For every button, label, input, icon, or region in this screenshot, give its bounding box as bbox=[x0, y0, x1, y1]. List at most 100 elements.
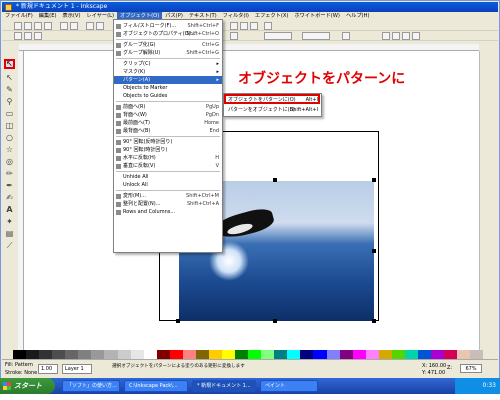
move-gradients-icon[interactable] bbox=[402, 32, 410, 40]
menu-item-align-distribute[interactable]: 整列と配置(N)... Shift+Ctrl+A bbox=[114, 200, 222, 208]
menu-item-pattern[interactable]: パターン(A) ▸ bbox=[114, 76, 222, 84]
new-document-icon[interactable] bbox=[14, 22, 22, 30]
lower-to-bottom-icon bbox=[116, 129, 121, 134]
x-field[interactable] bbox=[230, 32, 238, 40]
submenu-arrow-icon: ▸ bbox=[216, 77, 219, 83]
export-icon[interactable] bbox=[70, 22, 78, 30]
menu-item-object-properties[interactable]: オブジェクトのプロパティ(O)... Shift+Ctrl+O bbox=[114, 30, 222, 38]
menu-separator bbox=[116, 136, 220, 137]
tool-controls-toolbar bbox=[2, 31, 498, 41]
grid-icon bbox=[116, 210, 121, 215]
resize-handle-tr[interactable] bbox=[372, 178, 376, 182]
node-tool-icon[interactable]: ↖ bbox=[4, 73, 15, 83]
text-tool-icon[interactable] bbox=[240, 22, 248, 30]
vertical-scrollbar[interactable] bbox=[479, 51, 488, 351]
lock-icon[interactable] bbox=[342, 32, 350, 40]
menu-item-lower[interactable]: 背面へ(W) PgDn bbox=[114, 111, 222, 119]
width-field[interactable] bbox=[264, 32, 292, 40]
spiral-tool-icon[interactable]: ◎ bbox=[4, 157, 15, 167]
spray-tool-icon[interactable]: ✦ bbox=[4, 217, 15, 227]
flip-horizontal-icon[interactable] bbox=[34, 32, 42, 40]
opacity-field[interactable]: 1.00 bbox=[38, 364, 58, 374]
lower-icon bbox=[116, 113, 121, 118]
taskbar-item-2[interactable]: * 新規ドキュメント 1... bbox=[192, 380, 256, 392]
preferences-icon[interactable] bbox=[264, 22, 272, 30]
menu-layer[interactable]: レイヤー(L) bbox=[83, 12, 117, 21]
menu-help[interactable]: ヘルプ(H) bbox=[343, 12, 373, 21]
menu-item-group[interactable]: グループ化(G) Ctrl+G bbox=[114, 41, 222, 49]
open-icon[interactable] bbox=[24, 22, 32, 30]
zoom-tool-icon[interactable]: ⚲ bbox=[4, 97, 15, 107]
zoom-field[interactable]: 67% bbox=[460, 364, 482, 373]
menu-item-lower-to-bottom[interactable]: 最背面へ(B) End bbox=[114, 127, 222, 135]
menu-item-rotate-cw[interactable]: 90° 回転(時計回り) bbox=[114, 146, 222, 154]
layer-selector[interactable]: Layer 1 bbox=[62, 364, 92, 374]
scale-corners-icon[interactable] bbox=[392, 32, 400, 40]
menu-view[interactable]: 表示(V) bbox=[60, 12, 84, 21]
resize-handle-br[interactable] bbox=[372, 319, 376, 323]
menu-item-rows-columns[interactable]: Rows and Columns... bbox=[114, 208, 222, 216]
object-menu: フィル/ストローク(F)... Shift+Ctrl+F オブジェクトのプロパティ… bbox=[113, 19, 223, 253]
resize-handle-r[interactable] bbox=[372, 249, 376, 253]
tweak-tool-icon[interactable]: ✎ bbox=[4, 85, 15, 95]
menu-item-rotate-ccw[interactable]: 90° 回転(反時計回り) bbox=[114, 138, 222, 146]
menu-separator bbox=[116, 58, 220, 59]
rotate-ccw-icon[interactable] bbox=[24, 32, 32, 40]
menu-effects[interactable]: エフェクト(X) bbox=[252, 12, 292, 21]
scale-stroke-icon[interactable] bbox=[382, 32, 390, 40]
3d-box-tool-icon[interactable]: ◫ bbox=[4, 121, 15, 131]
menu-item-flip-horizontal[interactable]: 水平に反転(H) H bbox=[114, 154, 222, 162]
ellipse-tool-icon[interactable]: ○ bbox=[4, 133, 15, 143]
menu-item-clip[interactable]: クリップ(C) ▸ bbox=[114, 60, 222, 68]
xml-editor-icon[interactable] bbox=[250, 22, 258, 30]
menu-filters[interactable]: フィルタ(I) bbox=[220, 12, 252, 21]
pen-tool-icon[interactable]: ✒ bbox=[4, 181, 15, 191]
selector-tool-icon[interactable]: ↖ bbox=[4, 59, 15, 69]
text-tool-icon[interactable]: A bbox=[4, 205, 15, 215]
stroke-indicator[interactable]: Stroke: None bbox=[5, 370, 37, 377]
menu-item-objects-to-guides[interactable]: Objects to Guides bbox=[114, 92, 222, 100]
color-palette[interactable] bbox=[13, 350, 484, 359]
menu-item-raise-to-top[interactable]: 最前面へ(T) Home bbox=[114, 119, 222, 127]
menu-item-unhide-all[interactable]: Unhide All bbox=[114, 173, 222, 181]
submenu-arrow-icon: ▸ bbox=[216, 61, 219, 67]
resize-handle-bl[interactable] bbox=[176, 319, 180, 323]
star-tool-icon[interactable]: ☆ bbox=[4, 145, 15, 155]
dropper-tool-icon[interactable]: ⟋ bbox=[4, 241, 15, 251]
print-icon[interactable] bbox=[44, 22, 52, 30]
menu-item-objects-to-marker[interactable]: Objects to Marker bbox=[114, 84, 222, 92]
menu-edit[interactable]: 編集(E) bbox=[36, 12, 60, 21]
menu-item-transform[interactable]: 変形(M)... Shift+Ctrl+M bbox=[114, 192, 222, 200]
status-message: 選択オブジェクトをパターンによる塗りのある矩形に変換します bbox=[112, 364, 245, 369]
fill-indicator[interactable]: Fill: Pattern bbox=[5, 362, 33, 369]
menu-file[interactable]: ファイル(F) bbox=[2, 12, 36, 21]
menu-item-fill-stroke[interactable]: フィル/ストローク(F)... Shift+Ctrl+F bbox=[114, 22, 222, 30]
menu-item-mask[interactable]: マスク(K) ▸ bbox=[114, 68, 222, 76]
undo-icon[interactable] bbox=[86, 22, 94, 30]
select-all-icon[interactable] bbox=[14, 32, 22, 40]
import-icon[interactable] bbox=[60, 22, 68, 30]
calligraphy-tool-icon[interactable]: ✍ bbox=[4, 193, 15, 203]
menu-whiteboard[interactable]: ホワイトボード(W) bbox=[291, 12, 343, 21]
height-field[interactable] bbox=[302, 32, 330, 40]
align-icon[interactable] bbox=[230, 22, 238, 30]
move-patterns-icon[interactable] bbox=[412, 32, 420, 40]
save-icon[interactable] bbox=[34, 22, 42, 30]
taskbar-item-1[interactable]: C:\Inkscape Pack\... bbox=[124, 380, 188, 392]
menu-item-unlock-all[interactable]: Unlock All bbox=[114, 181, 222, 189]
pencil-tool-icon[interactable]: ✏ bbox=[4, 169, 15, 179]
submenu-item-pattern-to-objects[interactable]: パターンをオブジェクトに(B) Shift+Alt+I bbox=[224, 106, 321, 114]
rectangle-tool-icon[interactable]: ▭ bbox=[4, 109, 15, 119]
menu-item-flip-vertical[interactable]: 垂直に反転(V) V bbox=[114, 162, 222, 170]
menu-item-raise[interactable]: 前面へ(R) PgUp bbox=[114, 103, 222, 111]
menu-item-ungroup[interactable]: グループ解除(U) Shift+Ctrl+G bbox=[114, 49, 222, 57]
redo-icon[interactable] bbox=[96, 22, 104, 30]
taskbar-item-0[interactable]: 「ソフト」の使い方... bbox=[62, 380, 120, 392]
system-tray: 0:33 bbox=[455, 378, 500, 394]
resize-handle-b[interactable] bbox=[273, 319, 277, 323]
windows-logo-icon bbox=[3, 382, 11, 390]
resize-handle-t[interactable] bbox=[273, 178, 277, 182]
start-button[interactable]: スタート bbox=[0, 378, 55, 394]
gradient-tool-icon[interactable]: ▤ bbox=[4, 229, 15, 239]
taskbar-item-3[interactable]: ペイント bbox=[260, 380, 318, 392]
